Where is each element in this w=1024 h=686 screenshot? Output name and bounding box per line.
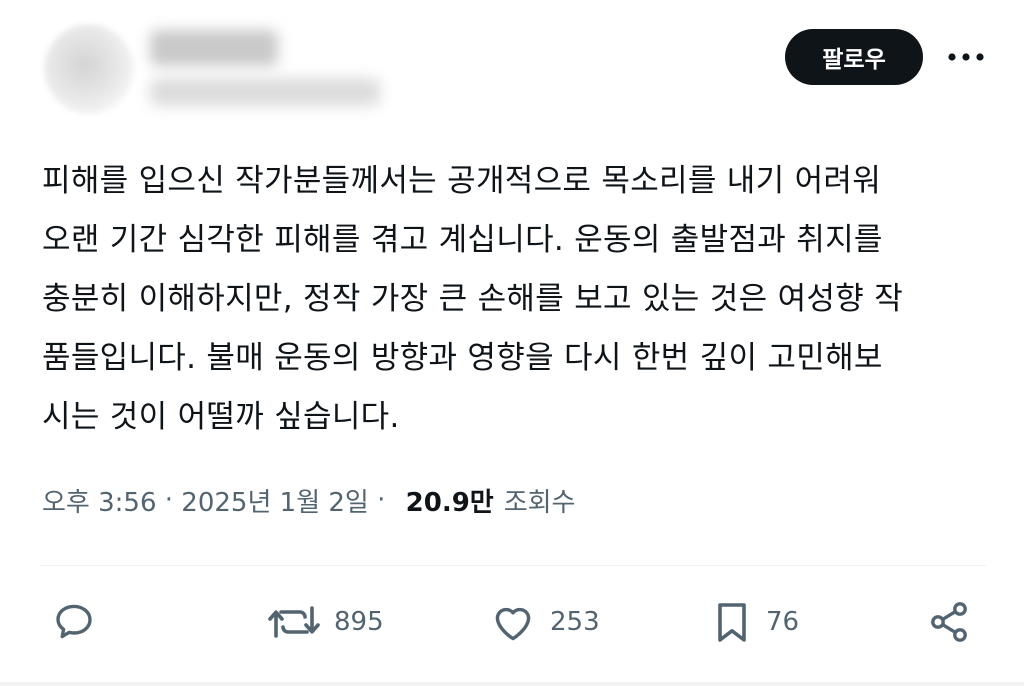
views-label: 조회수 — [503, 487, 576, 518]
tweet-text-line: 충분히 이해하지만, 정작 가장 큰 손해를 보고 있는 것은 여성향 작 — [42, 281, 904, 317]
views-count: 20.9만 — [405, 487, 494, 518]
action-bar: 895 253 76 — [0, 590, 1024, 654]
like-button[interactable]: 253 — [488, 590, 600, 654]
tweet-date[interactable]: 2025년 1월 2일 — [181, 482, 369, 519]
bookmark-icon — [718, 603, 746, 642]
tweet-text-line: 품들입니다. 불매 운동의 방향과 영향을 다시 한번 깊이 고민해보 — [42, 340, 883, 376]
username-blurred[interactable] — [150, 78, 380, 106]
divider — [40, 565, 986, 566]
bookmark-button[interactable]: 76 — [710, 590, 799, 654]
separator-dot: · — [368, 485, 394, 515]
tweet-text: 피해를 입으신 작가분들께서는 공개적으로 목소리를 내기 어려워 오랜 기간 … — [42, 152, 982, 447]
reply-button[interactable] — [50, 590, 98, 654]
retweet-count: 895 — [334, 607, 384, 637]
follow-button[interactable]: 팔로우 — [785, 29, 923, 85]
bookmark-count: 76 — [766, 607, 800, 637]
tweet-meta: 오후 3:56 · 2025년 1월 2일 · 20.9만 조회수 — [42, 478, 575, 522]
more-options-button[interactable] — [944, 40, 988, 74]
bottom-divider — [0, 682, 1024, 686]
more-dots-icon — [948, 53, 984, 61]
avatar[interactable] — [44, 24, 134, 114]
heart-icon — [495, 607, 531, 641]
tweet-text-line: 피해를 입으신 작가분들께서는 공개적으로 목소리를 내기 어려워 — [42, 163, 882, 199]
retweet-button[interactable]: 895 — [268, 590, 384, 654]
tweet-text-line: 시는 것이 어떨까 싶습니다. — [42, 399, 400, 435]
share-button[interactable] — [925, 590, 973, 654]
share-nodes-icon — [931, 602, 967, 642]
like-count: 253 — [550, 607, 600, 637]
separator-dot: · — [156, 485, 182, 515]
display-name-blurred[interactable] — [150, 30, 278, 66]
tweet-time[interactable]: 오후 3:56 — [42, 482, 157, 519]
speech-bubble-icon — [56, 604, 92, 639]
retweet-icon — [268, 606, 320, 638]
tweet-header: 팔로우 — [0, 0, 1024, 130]
tweet-text-line: 오랜 기간 심각한 피해를 겪고 계십니다. 운동의 출발점과 취지를 — [42, 222, 883, 258]
